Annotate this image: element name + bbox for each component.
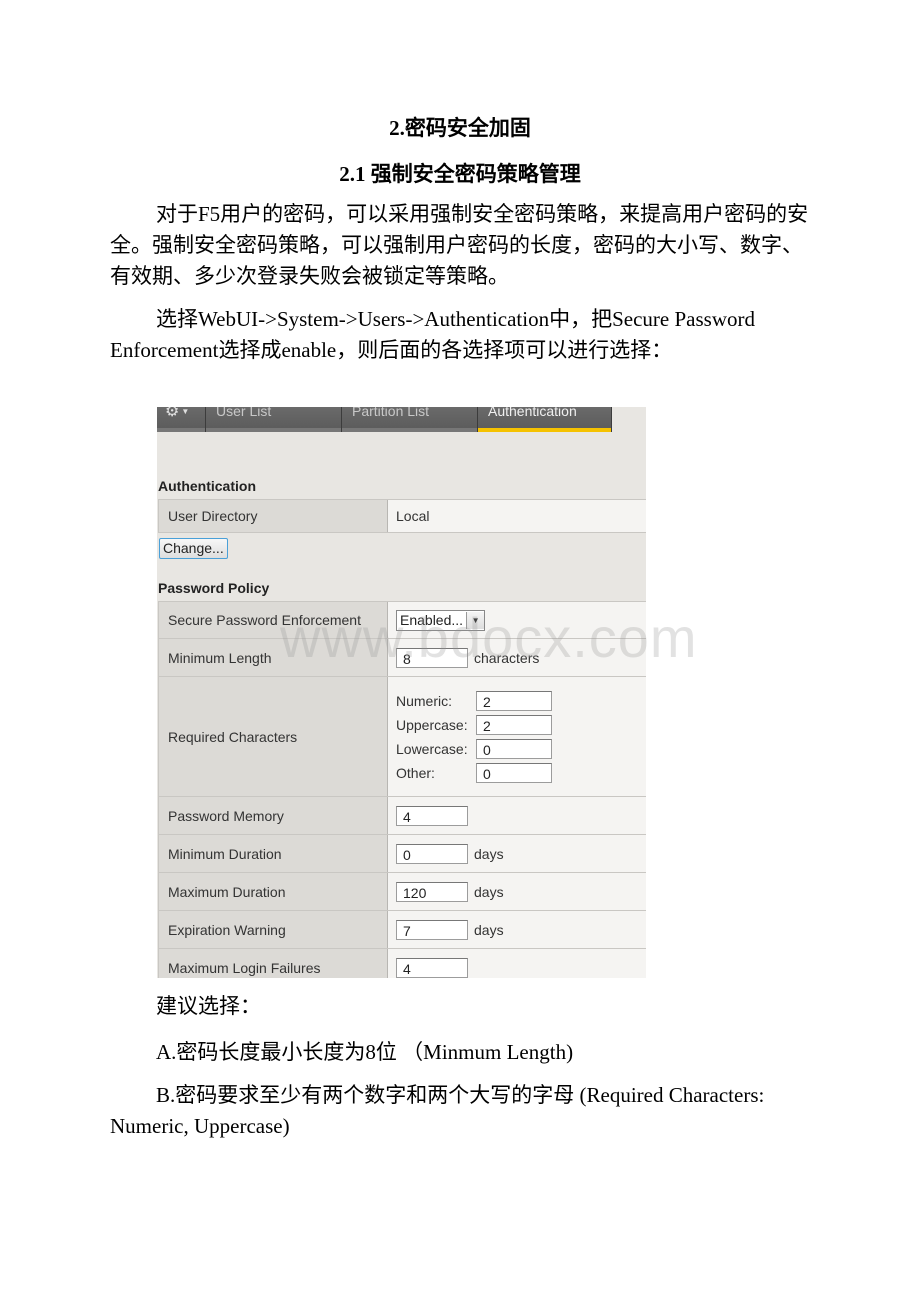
min-length-unit: characters (474, 649, 540, 666)
required-lowercase: Lowercase: 0 (396, 738, 552, 759)
lowercase-input[interactable]: 0 (476, 738, 552, 759)
min-length-row: Minimum Length 8 characters (158, 638, 646, 676)
intro-paragraph: 对于F5用户的密码，可以采用强制安全密码策略，来提高用户密码的安全。强制安全密码… (110, 202, 809, 288)
authentication-title: Authentication (158, 478, 256, 494)
required-other: Other: 0 (396, 762, 552, 783)
tab-bar: ⚙ ▼ User List Partition List Authenticati… (157, 407, 612, 432)
password-memory-label: Password Memory (158, 797, 388, 834)
recommendation-title: 建议选择： (156, 994, 261, 1018)
required-chars-list: Numeric: 2 Uppercase: 2 Lowercase: 0 Oth… (396, 683, 552, 791)
authentication-screenshot: ⚙ ▼ User List Partition List Authenticati… (157, 407, 646, 978)
max-login-failures-input[interactable]: 4 (396, 957, 468, 978)
instruction-paragraph: 选择WebUI->System->Users->Authentication中，… (110, 307, 755, 362)
expiration-warning-label: Expiration Warning (158, 911, 388, 948)
required-uppercase: Uppercase: 2 (396, 714, 552, 735)
max-login-failures-label: Maximum Login Failures (158, 949, 388, 978)
recommendation-a: A.密码长度最小长度为8位 （Minmum Length) (156, 1040, 574, 1064)
max-login-failures-row: Maximum Login Failures 4 (158, 948, 646, 978)
required-numeric: Numeric: 2 (396, 690, 552, 711)
min-duration-input[interactable]: 0 (396, 843, 468, 864)
user-directory-row: User Directory Local (158, 499, 646, 533)
gear-icon: ⚙ (165, 407, 180, 420)
secure-enforcement-select[interactable]: Enabled... ▼ (396, 609, 486, 631)
numeric-input[interactable]: 2 (476, 690, 552, 711)
expiration-warning-input[interactable]: 7 (396, 919, 468, 940)
min-duration-row: Minimum Duration 0 days (158, 834, 646, 872)
max-duration-row: Maximum Duration 120 days (158, 872, 646, 910)
required-chars-label: Required Characters (158, 677, 388, 796)
password-memory-row: Password Memory 4 (158, 796, 646, 834)
chevron-down-icon: ▼ (181, 407, 190, 416)
tab-partition-list[interactable]: Partition List (342, 407, 478, 432)
secure-enforcement-label: Secure Password Enforcement (158, 602, 388, 638)
days-unit: days (474, 845, 504, 862)
secure-enforcement-row: Secure Password Enforcement Enabled... ▼ (158, 601, 646, 638)
min-length-label: Minimum Length (158, 639, 388, 676)
max-duration-label: Maximum Duration (158, 873, 388, 910)
settings-menu-button[interactable]: ⚙ ▼ (157, 407, 206, 432)
other-input[interactable]: 0 (476, 762, 552, 783)
expiration-warning-row: Expiration Warning 7 days (158, 910, 646, 948)
subsection-heading: 2.1 强制安全密码策略管理 (339, 162, 581, 186)
max-duration-input[interactable]: 120 (396, 881, 468, 902)
password-memory-input[interactable]: 4 (396, 805, 468, 826)
user-directory-label: User Directory (158, 500, 388, 532)
recommendation-b: B.密码要求至少有两个数字和两个大写的字母 (Required Characte… (110, 1083, 765, 1138)
section-heading: 2.密码安全加固 (389, 116, 531, 140)
user-directory-value: Local (388, 500, 646, 532)
tab-user-list[interactable]: User List (206, 407, 342, 432)
change-button[interactable]: Change... (159, 538, 228, 559)
min-length-input[interactable]: 8 (396, 647, 468, 668)
min-duration-label: Minimum Duration (158, 835, 388, 872)
dropdown-arrow-icon: ▼ (466, 611, 485, 629)
days-unit: days (474, 921, 504, 938)
required-chars-row: Required Characters Numeric: 2 Uppercase… (158, 676, 646, 796)
tab-authentication[interactable]: Authentication (478, 407, 612, 432)
days-unit: days (474, 883, 504, 900)
password-policy-title: Password Policy (158, 580, 270, 596)
uppercase-input[interactable]: 2 (476, 714, 552, 735)
